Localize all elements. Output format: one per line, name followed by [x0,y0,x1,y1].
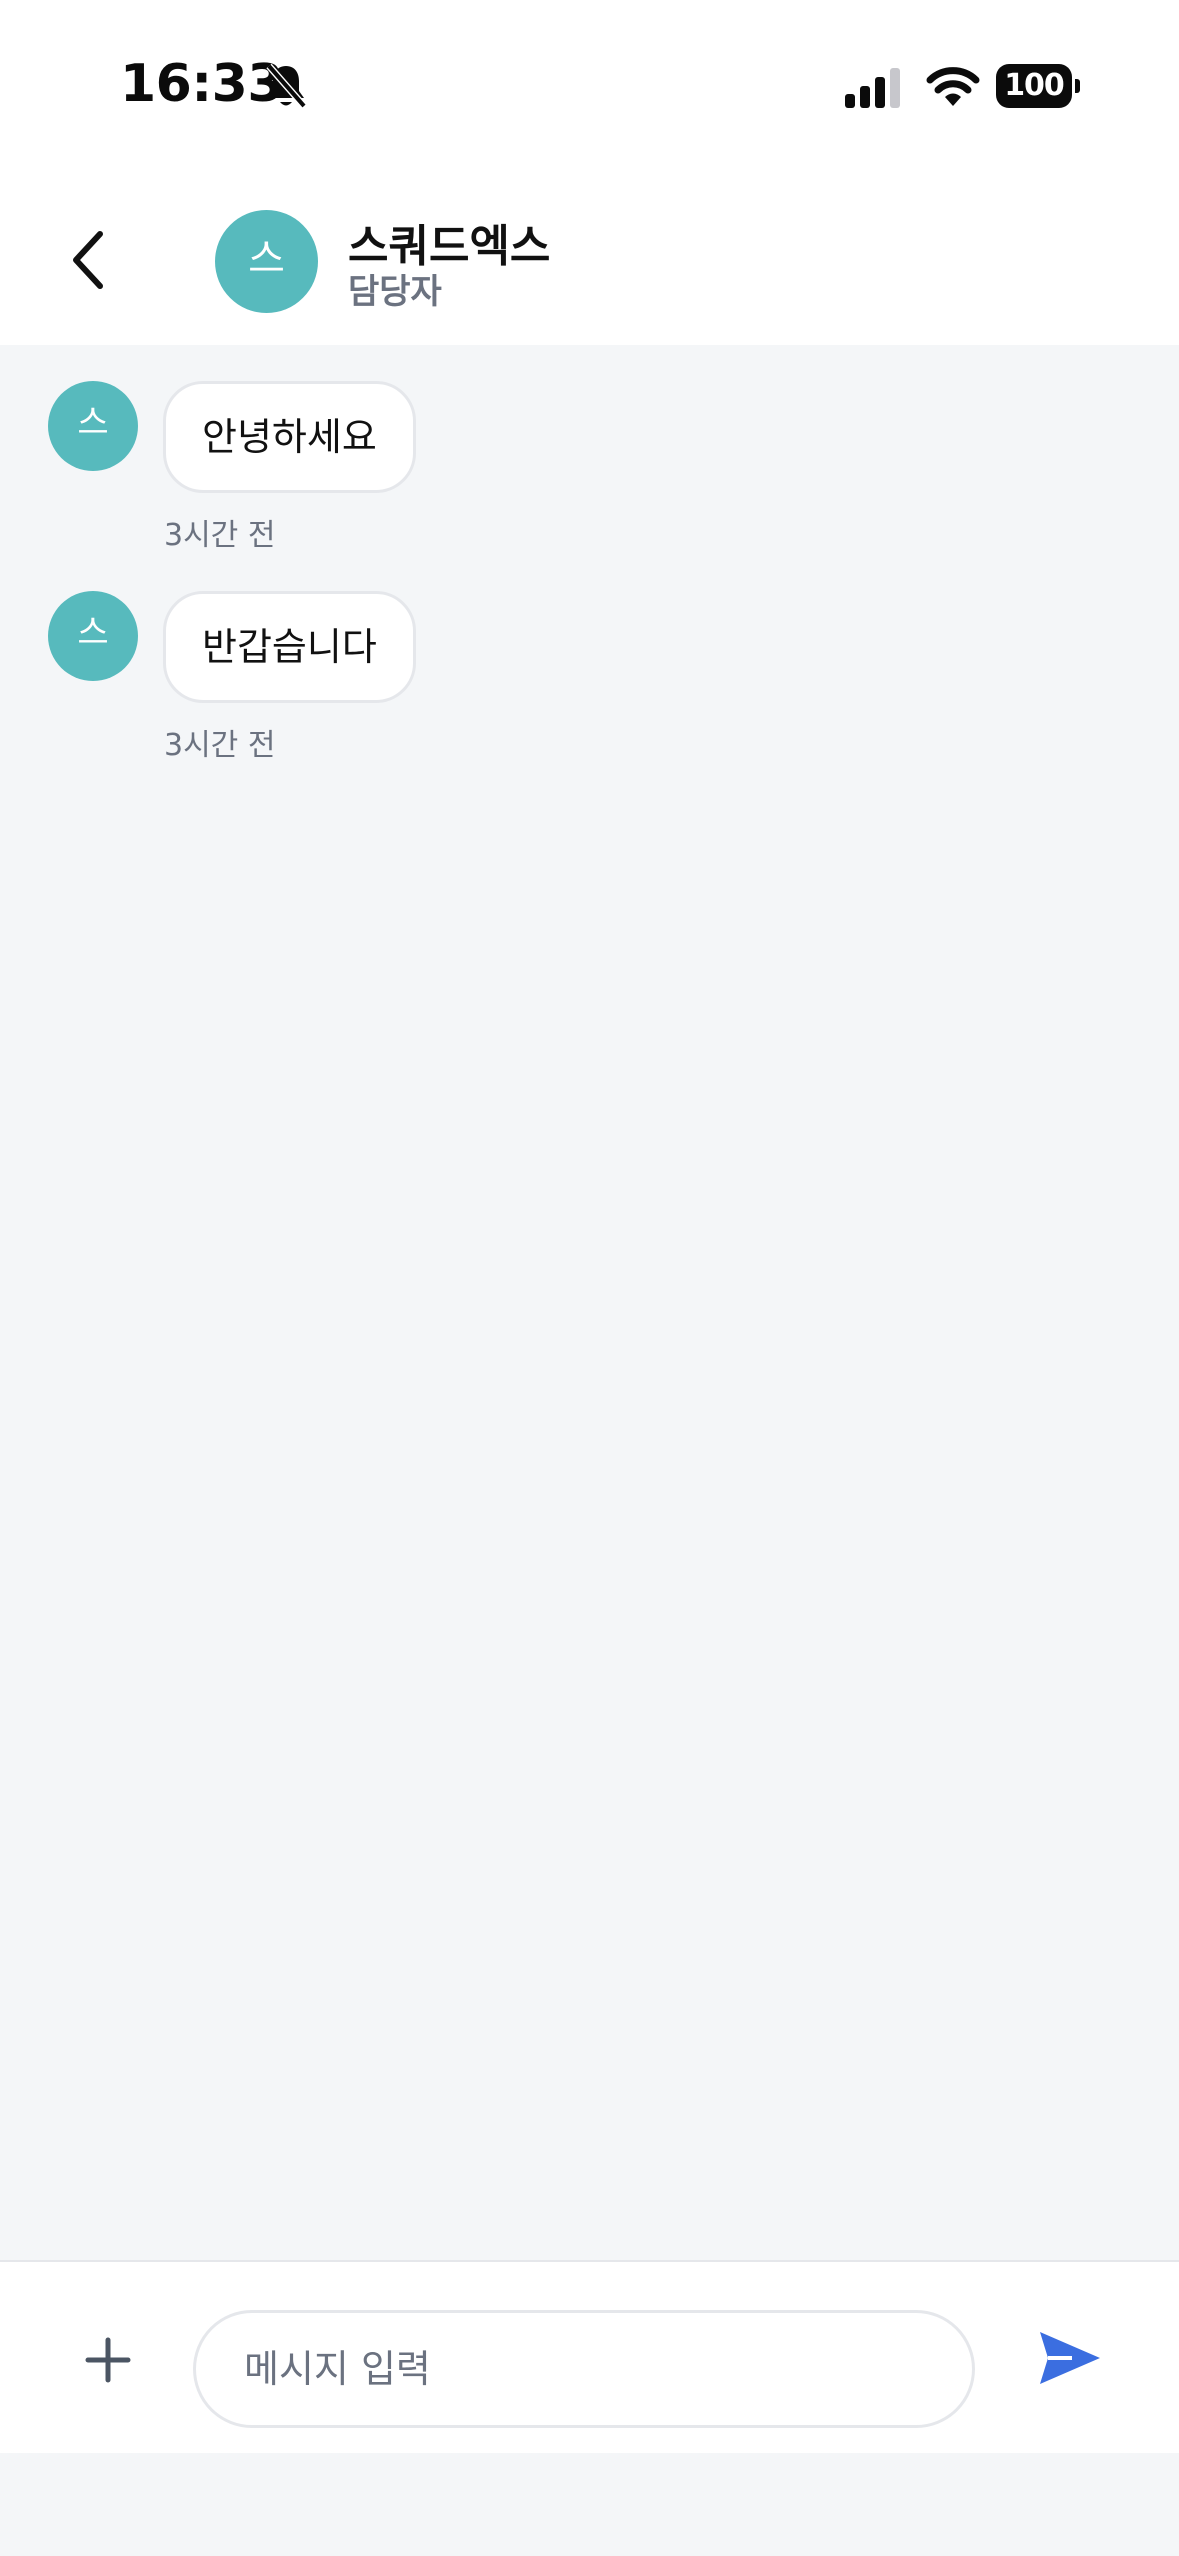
message-avatar[interactable]: 스 [48,591,138,681]
add-button[interactable] [68,2320,148,2400]
message-avatar[interactable]: 스 [48,381,138,471]
battery-level: 100 [996,64,1072,108]
avatar[interactable]: 스 [215,210,318,313]
message-timestamp: 3시간 전 [164,728,276,763]
message-bubble[interactable]: 반갑습니다 [163,591,416,703]
status-bar: 16:33 100 [0,0,1179,180]
back-button[interactable] [48,220,128,300]
status-time: 16:33 [120,54,284,114]
send-icon [1040,2332,1100,2384]
battery-icon: 100 [996,64,1082,108]
signal-icon [845,68,900,108]
message-timestamp: 3시간 전 [164,518,276,553]
contact-role: 담당자 [348,272,442,312]
message-input[interactable] [193,2310,975,2428]
home-indicator-area [0,2453,1179,2556]
wifi-icon [926,67,980,106]
input-bar [0,2260,1179,2453]
bell-slash-icon [266,63,307,109]
message-bubble[interactable]: 안녕하세요 [163,381,416,493]
battery-cap [1075,79,1080,93]
send-button[interactable] [1030,2318,1110,2398]
plus-icon [85,2337,131,2383]
chat-header: 스 스쿼드엑스 담당자 [0,180,1179,345]
message-list[interactable]: 스 안녕하세요 3시간 전 스 반갑습니다 3시간 전 [0,345,1179,2260]
chevron-left-icon [73,231,103,289]
